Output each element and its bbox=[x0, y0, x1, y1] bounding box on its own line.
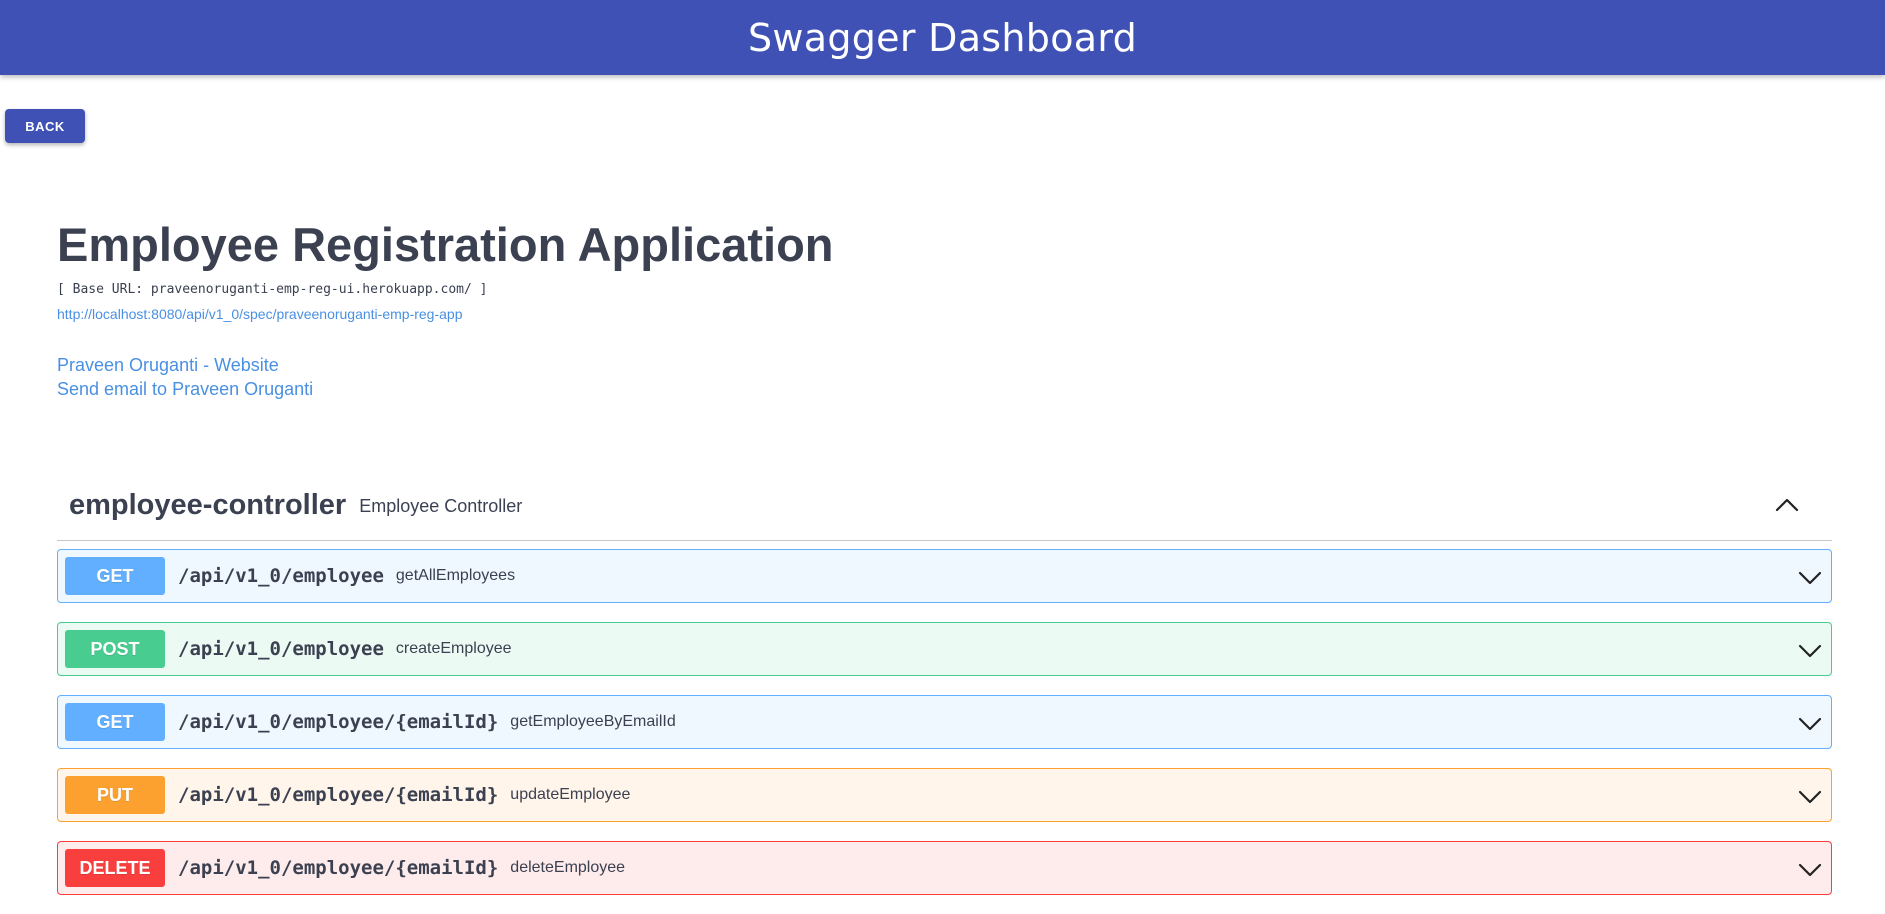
operation-summary: deleteEmployee bbox=[510, 859, 626, 876]
chevron-up-icon[interactable] bbox=[1774, 492, 1800, 518]
contact-links: Praveen Oruganti - Website Send email to… bbox=[57, 353, 1757, 401]
operation-path: /api/v1_0/employee/{emailId} bbox=[178, 857, 499, 879]
operation-summary: getAllEmployees bbox=[395, 567, 516, 584]
operation-path: /api/v1_0/employee/{emailId} bbox=[178, 711, 499, 733]
operation-path: /api/v1_0/employee bbox=[178, 565, 384, 587]
operation-update-employee[interactable]: PUT /api/v1_0/employee/{emailId} updateE… bbox=[57, 768, 1832, 822]
app-title: Swagger Dashboard bbox=[747, 15, 1138, 60]
operations-list: GET /api/v1_0/employee getAllEmployees P… bbox=[57, 549, 1832, 914]
operation-summary: getEmployeeByEmailId bbox=[510, 713, 676, 730]
api-info: Employee Registration Application [ Base… bbox=[57, 215, 1757, 401]
method-badge: DELETE bbox=[65, 849, 165, 887]
operation-delete-employee[interactable]: DELETE /api/v1_0/employee/{emailId} dele… bbox=[57, 841, 1832, 895]
operation-path: /api/v1_0/employee bbox=[178, 638, 384, 660]
chevron-down-icon[interactable] bbox=[1797, 783, 1823, 809]
tag-name: employee-controller bbox=[69, 488, 347, 521]
tag-description: Employee Controller bbox=[359, 495, 523, 516]
api-title: Employee Registration Application bbox=[57, 218, 834, 271]
method-badge: PUT bbox=[65, 776, 165, 814]
website-link[interactable]: Praveen Oruganti - Website bbox=[57, 353, 1757, 377]
operation-get-all-employees[interactable]: GET /api/v1_0/employee getAllEmployees bbox=[57, 549, 1832, 603]
operation-summary: updateEmployee bbox=[510, 786, 631, 803]
tag-header-employee-controller[interactable]: employee-controller Employee Controller bbox=[57, 470, 1832, 541]
base-url: [ Base URL: praveenoruganti-emp-reg-ui.h… bbox=[57, 282, 488, 297]
spec-url-link[interactable]: http://localhost:8080/api/v1_0/spec/prav… bbox=[57, 305, 1757, 323]
operation-path: /api/v1_0/employee/{emailId} bbox=[178, 784, 499, 806]
operation-get-employee-by-email[interactable]: GET /api/v1_0/employee/{emailId} getEmpl… bbox=[57, 695, 1832, 749]
top-app-bar: Swagger Dashboard bbox=[0, 0, 1885, 75]
back-button[interactable]: BACK bbox=[5, 109, 85, 143]
email-link[interactable]: Send email to Praveen Oruganti bbox=[57, 377, 1757, 401]
chevron-down-icon[interactable] bbox=[1797, 564, 1823, 590]
chevron-down-icon[interactable] bbox=[1797, 637, 1823, 663]
method-badge: POST bbox=[65, 630, 165, 668]
chevron-down-icon[interactable] bbox=[1797, 856, 1823, 882]
chevron-down-icon[interactable] bbox=[1797, 710, 1823, 736]
method-badge: GET bbox=[65, 557, 165, 595]
operation-create-employee[interactable]: POST /api/v1_0/employee createEmployee bbox=[57, 622, 1832, 676]
method-badge: GET bbox=[65, 703, 165, 741]
operation-summary: createEmployee bbox=[395, 640, 512, 657]
